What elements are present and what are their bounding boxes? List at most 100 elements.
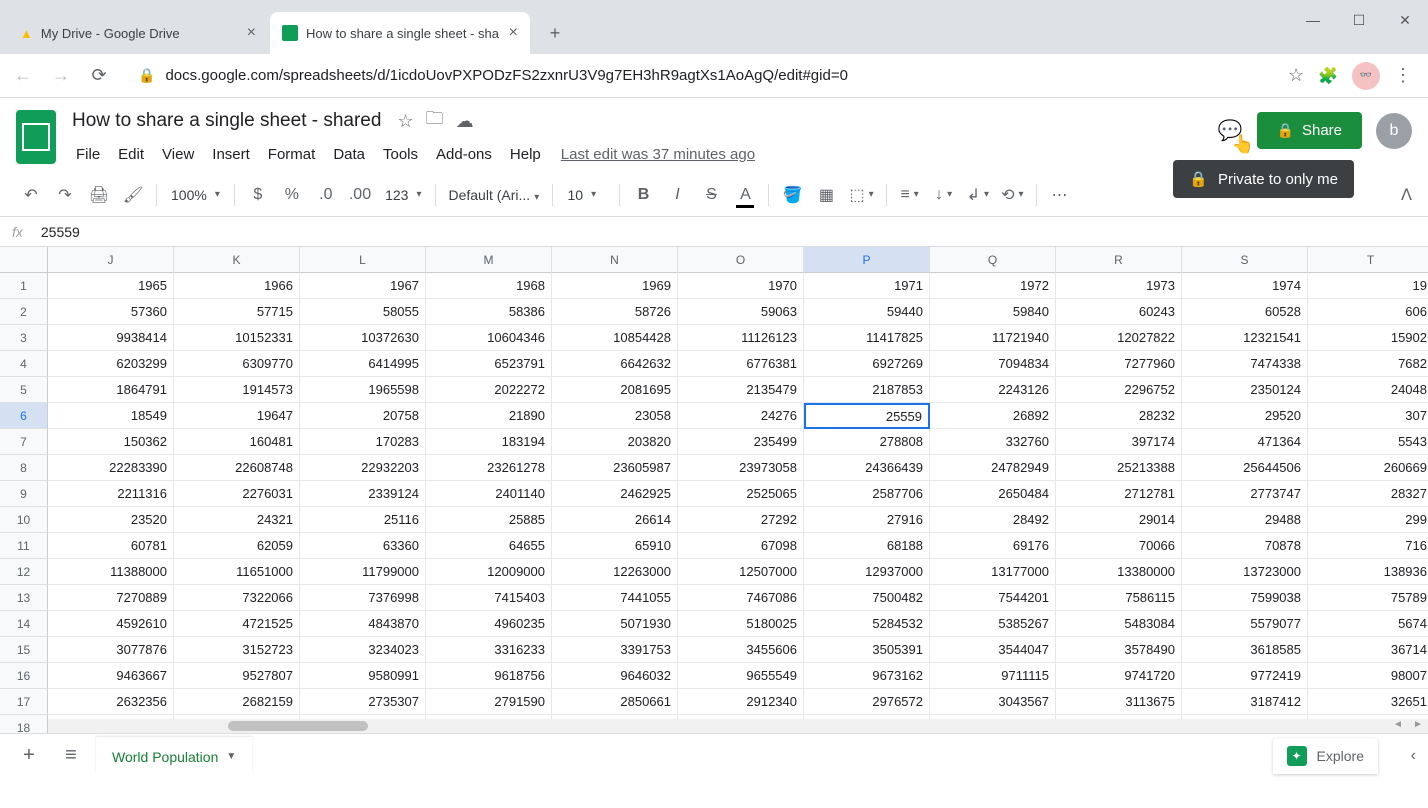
cell[interactable]: 1965598 (300, 377, 426, 403)
row-header[interactable]: 13 (0, 585, 48, 611)
cell[interactable]: 20758 (300, 403, 426, 429)
horizontal-scrollbar[interactable] (48, 719, 1408, 733)
cell[interactable]: 5284532 (804, 611, 930, 637)
comments-icon[interactable]: 💬 (1218, 118, 1243, 143)
cell[interactable]: 2773747 (1182, 481, 1308, 507)
cell[interactable]: 7094834 (930, 351, 1056, 377)
cell[interactable]: 2276031 (174, 481, 300, 507)
back-button[interactable]: ← (10, 63, 36, 89)
menu-addons[interactable]: Add-ons (428, 142, 500, 167)
cell[interactable]: 4592610 (48, 611, 174, 637)
cell[interactable]: 12027822 (1056, 325, 1182, 351)
cell[interactable]: 307 (1308, 403, 1428, 429)
row-header[interactable]: 1 (0, 273, 48, 299)
menu-view[interactable]: View (154, 142, 202, 167)
cell[interactable]: 2187853 (804, 377, 930, 403)
cell[interactable]: 12263000 (552, 559, 678, 585)
cell[interactable]: 70878 (1182, 533, 1308, 559)
profile-avatar[interactable]: 👓 (1352, 62, 1380, 90)
cell[interactable]: 58055 (300, 299, 426, 325)
last-edit-link[interactable]: Last edit was 37 minutes ago (561, 142, 755, 167)
cell[interactable]: 2712781 (1056, 481, 1182, 507)
column-header[interactable]: O (678, 247, 804, 273)
formula-input[interactable]: 25559 (41, 224, 80, 240)
fill-color-button[interactable]: 🪣 (777, 180, 807, 210)
cell[interactable]: 23520 (48, 507, 174, 533)
cell[interactable]: 1971 (804, 273, 930, 299)
cell[interactable]: 60781 (48, 533, 174, 559)
cell[interactable]: 24048 (1308, 377, 1428, 403)
cell[interactable]: 24276 (678, 403, 804, 429)
cell[interactable]: 24782949 (930, 455, 1056, 481)
select-all-corner[interactable] (0, 247, 48, 273)
cell[interactable]: 5180025 (678, 611, 804, 637)
cell[interactable]: 3505391 (804, 637, 930, 663)
cell[interactable]: 2211316 (48, 481, 174, 507)
url-input[interactable]: 🔒 docs.google.com/spreadsheets/d/1icdoUo… (124, 60, 1276, 92)
strikethrough-button[interactable]: S (696, 180, 726, 210)
redo-button[interactable]: ↷ (50, 180, 80, 210)
cell[interactable]: 2650484 (930, 481, 1056, 507)
cell[interactable]: 1974 (1182, 273, 1308, 299)
row-header[interactable]: 12 (0, 559, 48, 585)
sheets-logo-icon[interactable] (16, 110, 56, 164)
cell[interactable]: 63360 (300, 533, 426, 559)
cell[interactable]: 203820 (552, 429, 678, 455)
cell[interactable]: 25213388 (1056, 455, 1182, 481)
cell[interactable]: 2632356 (48, 689, 174, 715)
row-header[interactable]: 17 (0, 689, 48, 715)
cell[interactable]: 2350124 (1182, 377, 1308, 403)
cell[interactable]: 10604346 (426, 325, 552, 351)
cell[interactable]: 1973 (1056, 273, 1182, 299)
share-button[interactable]: 🔒 Share 👆 (1257, 112, 1362, 149)
cell[interactable]: 3618585 (1182, 637, 1308, 663)
v-align-button[interactable]: ↓ (929, 180, 959, 210)
cell[interactable]: 2296752 (1056, 377, 1182, 403)
cell[interactable]: 11417825 (804, 325, 930, 351)
row-header[interactable]: 15 (0, 637, 48, 663)
cell[interactable]: 3578490 (1056, 637, 1182, 663)
cell[interactable]: 9938414 (48, 325, 174, 351)
cell[interactable]: 1972 (930, 273, 1056, 299)
cell[interactable]: 11126123 (678, 325, 804, 351)
star-icon[interactable]: ☆ (397, 111, 413, 132)
menu-file[interactable]: File (68, 142, 108, 167)
cell[interactable]: 13177000 (930, 559, 1056, 585)
cell[interactable]: 5071930 (552, 611, 678, 637)
cell[interactable]: 10152331 (174, 325, 300, 351)
cell[interactable]: 1970 (678, 273, 804, 299)
row-header[interactable]: 7 (0, 429, 48, 455)
close-icon[interactable]: × (247, 24, 256, 42)
row-header[interactable]: 4 (0, 351, 48, 377)
cell[interactable]: 2243126 (930, 377, 1056, 403)
cell[interactable]: 29520 (1182, 403, 1308, 429)
cell[interactable]: 27292 (678, 507, 804, 533)
percent-button[interactable]: % (277, 180, 307, 210)
cell[interactable]: 2587706 (804, 481, 930, 507)
column-header[interactable]: N (552, 247, 678, 273)
cell[interactable]: 7474338 (1182, 351, 1308, 377)
cell[interactable]: 4960235 (426, 611, 552, 637)
cell[interactable]: 60528 (1182, 299, 1308, 325)
cell[interactable]: 606 (1308, 299, 1428, 325)
cell[interactable]: 5579077 (1182, 611, 1308, 637)
document-title[interactable]: How to share a single sheet - shared (68, 108, 385, 134)
column-header[interactable]: R (1056, 247, 1182, 273)
cell[interactable]: 5674 (1308, 611, 1428, 637)
cell[interactable]: 2791590 (426, 689, 552, 715)
cell[interactable]: 13723000 (1182, 559, 1308, 585)
column-header[interactable]: L (300, 247, 426, 273)
cell[interactable]: 6203299 (48, 351, 174, 377)
cell[interactable]: 27916 (804, 507, 930, 533)
cell[interactable]: 28492 (930, 507, 1056, 533)
column-header[interactable]: M (426, 247, 552, 273)
cell[interactable]: 2912340 (678, 689, 804, 715)
cell[interactable]: 9463667 (48, 663, 174, 689)
cell[interactable]: 2081695 (552, 377, 678, 403)
row-header[interactable]: 6 (0, 403, 48, 429)
cell[interactable]: 2682159 (174, 689, 300, 715)
row-header[interactable]: 5 (0, 377, 48, 403)
cell[interactable]: 28232 (1056, 403, 1182, 429)
cell[interactable]: 397174 (1056, 429, 1182, 455)
cell[interactable]: 235499 (678, 429, 804, 455)
